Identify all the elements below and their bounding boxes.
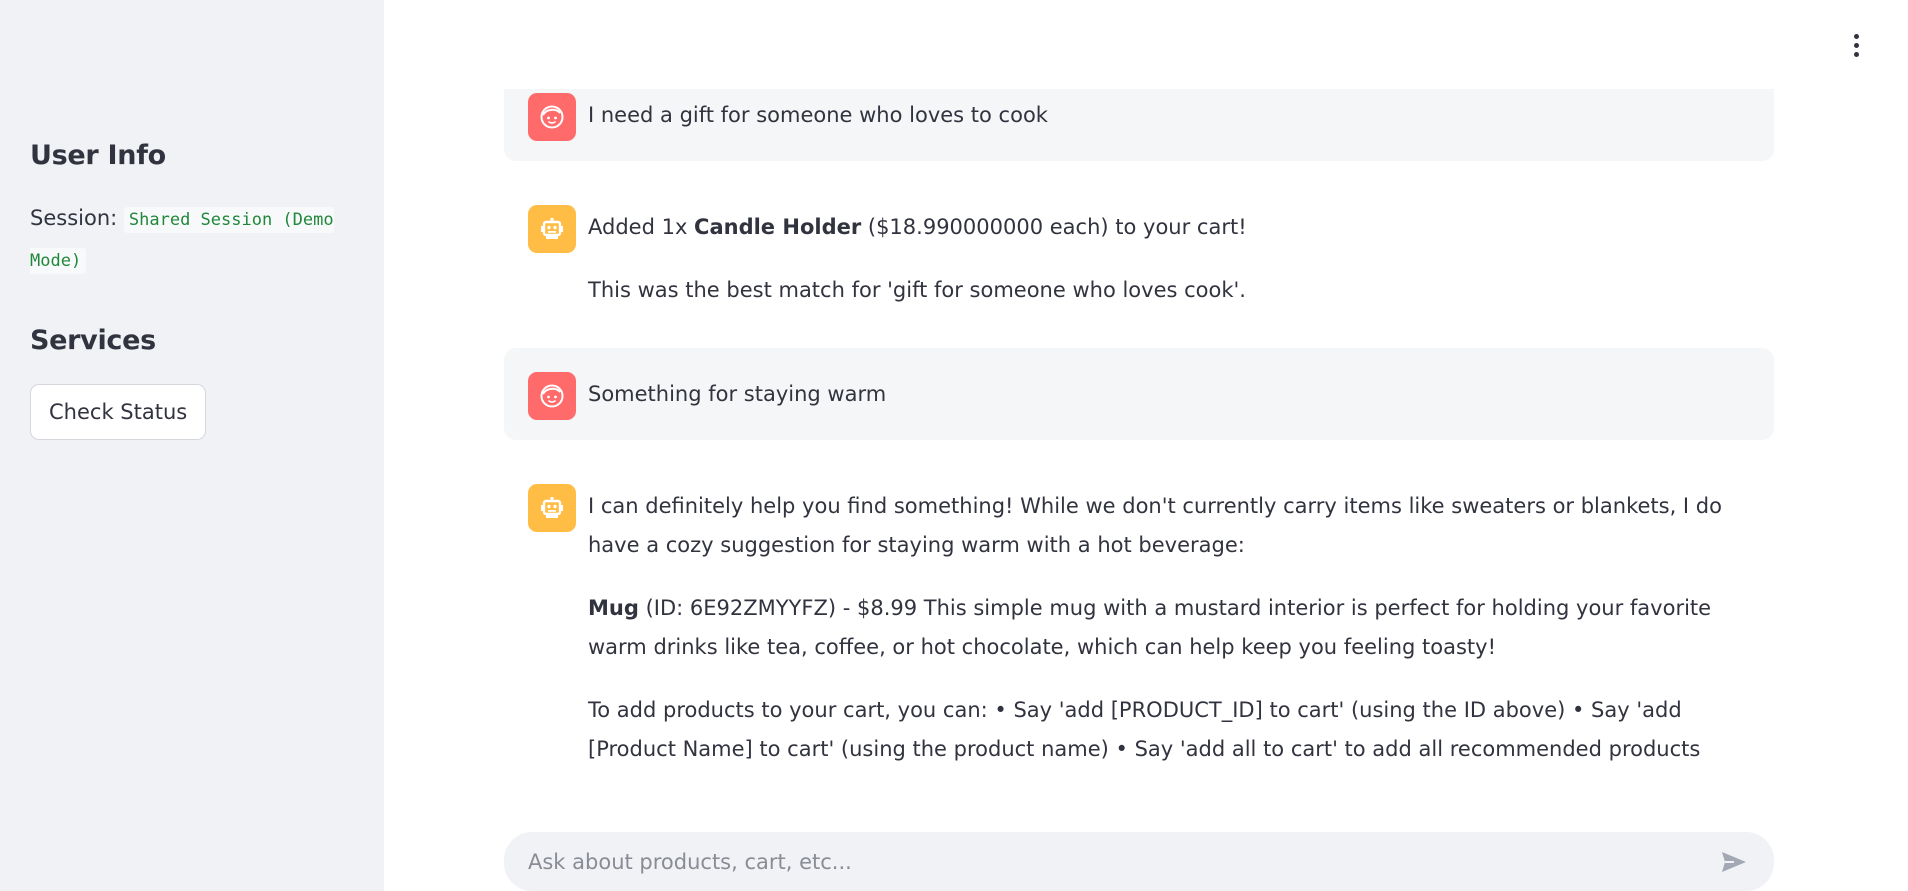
assistant-message: I can definitely help you find something… (504, 464, 1774, 783)
robot-icon (528, 205, 576, 253)
services-heading: Services (30, 325, 156, 356)
session-line: Session: Shared Session (Demo Mode) (30, 199, 354, 281)
user-message: I need a gift for someone who loves to c… (504, 89, 1774, 161)
chat-history: I need a gift for someone who loves to c… (504, 89, 1774, 807)
app-root: User Info Session: Shared Session (Demo … (0, 0, 1908, 891)
message-paragraph: I can definitely help you find something… (588, 494, 1722, 557)
user-face-icon (528, 372, 576, 420)
robot-icon (528, 484, 576, 532)
user-info-heading: User Info (30, 140, 166, 171)
message-paragraph: Added 1x Candle Holder ($18.990000000 ea… (588, 215, 1247, 239)
message-text: Something for staying warm (588, 382, 887, 406)
sidebar: User Info Session: Shared Session (Demo … (0, 0, 384, 891)
user-message: Something for staying warm (504, 348, 1774, 440)
check-status-button[interactable]: Check Status (30, 384, 207, 440)
assistant-message: Added 1x Candle Holder ($18.990000000 ea… (504, 185, 1774, 324)
message-paragraph: To add products to your cart, you can: •… (588, 698, 1701, 761)
message-paragraph: Mug (ID: 6E92ZMYYFZ) - $8.99 This simple… (588, 596, 1712, 659)
send-icon[interactable] (1718, 846, 1750, 878)
chat-input-bar (504, 832, 1774, 891)
session-label: Session: (30, 206, 118, 230)
product-name: Mug (588, 596, 639, 620)
chat-input[interactable] (528, 849, 1718, 874)
product-name: Candle Holder (694, 215, 862, 239)
main-area: I need a gift for someone who loves to c… (384, 0, 1908, 891)
message-paragraph: This was the best match for 'gift for so… (588, 278, 1246, 302)
message-content: Added 1x Candle Holder ($18.990000000 ea… (588, 205, 1750, 310)
message-text: I need a gift for someone who loves to c… (588, 103, 1048, 127)
message-content: I can definitely help you find something… (588, 484, 1750, 769)
user-face-icon (528, 93, 576, 141)
kebab-menu-icon[interactable] (1844, 30, 1868, 60)
